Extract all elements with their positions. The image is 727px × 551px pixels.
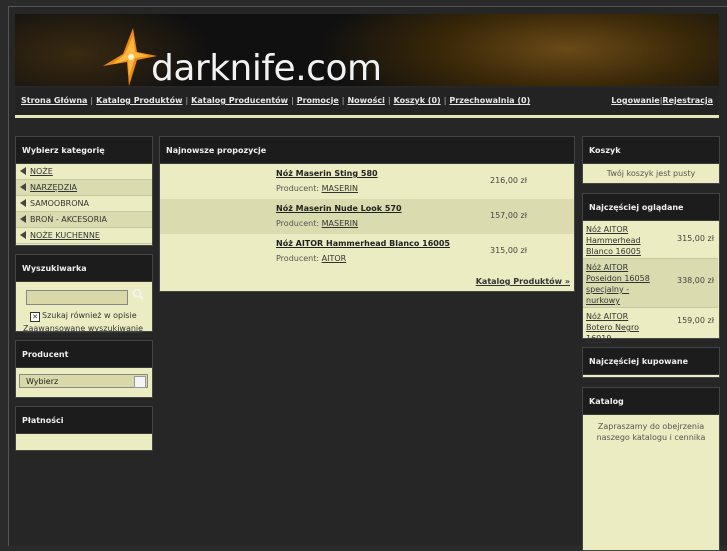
nav-link-producers[interactable]: Katalog Producentów: [191, 96, 288, 105]
top-navigation: Strona Główna | Katalog Produktów | Katalog …: [15, 88, 719, 114]
nav-link-home[interactable]: Strona Główna: [21, 96, 87, 105]
catalog-text: Zapraszamy do obejrzenia naszego katalog…: [596, 422, 706, 442]
cart-box: Koszyk Twój koszyk jest pusty: [582, 136, 720, 184]
most-viewed-item-link[interactable]: Nóż AITOR Hammerhead Blanco 16005: [586, 224, 656, 257]
search-title: Wyszukiwarka: [16, 255, 152, 282]
cart-title: Koszyk: [583, 137, 719, 164]
most-viewed-title: Najczęściej oglądane: [583, 194, 719, 221]
producer-label: Producent:: [276, 219, 320, 228]
most-bought-title: Najczęściej kupowane: [583, 348, 719, 375]
catalog-products-link[interactable]: Katalog Produktów »: [476, 277, 570, 286]
producer-link[interactable]: MASERIN: [322, 219, 358, 228]
nav-link-storage[interactable]: Przechowalnia (0): [449, 96, 530, 105]
most-viewed-item: Nóż AITOR Poseidon 16058 specjalny - nur…: [583, 259, 718, 308]
product-row: Nóż Maserin Sting 580 Producent: MASERIN…: [160, 164, 574, 199]
category-item-noze-kuchenne[interactable]: NOŻE KUCHENNE: [16, 228, 152, 244]
product-name-link[interactable]: Nóż AITOR Hammerhead Blanco 16005: [276, 239, 450, 248]
producer-title: Producent: [16, 341, 152, 368]
most-viewed-item-link[interactable]: Nóż AITOR Botero Negro 16019: [586, 311, 656, 344]
chevron-down-icon[interactable]: [134, 376, 146, 388]
search-description-label: Szukaj również w opisie: [42, 311, 137, 320]
producer-box: Producent Wybierz: [15, 340, 153, 398]
nav-right-links: Logowanie|Rejestracja: [611, 96, 713, 105]
most-bought-box: Najczęściej kupowane: [582, 347, 720, 378]
product-price: 157,00 zł: [490, 211, 528, 220]
producer-link[interactable]: AITOR: [322, 254, 347, 263]
producer-label: Producent:: [276, 184, 320, 193]
category-label[interactable]: NOŻE: [30, 167, 53, 176]
producer-link[interactable]: MASERIN: [322, 184, 358, 193]
producer-label: Producent:: [276, 254, 320, 263]
nav-link-promotions[interactable]: Promocje: [297, 96, 339, 105]
product-row: Nóż AITOR Hammerhead Blanco 16005 Produc…: [160, 234, 574, 269]
product-producer: Producent: MASERIN: [276, 184, 358, 193]
search-input[interactable]: [26, 290, 128, 305]
arrow-left-icon: [20, 215, 26, 223]
most-viewed-item: Nóż AITOR Botero Negro 16019 159,00 zł: [583, 308, 718, 343]
catalog-box: Katalog Zapraszamy do obejrzenia naszego…: [582, 387, 720, 551]
category-item-bron-akcesoria[interactable]: BROŃ - AKCESORIA: [16, 212, 152, 228]
arrow-left-icon: [20, 183, 26, 191]
product-name-link[interactable]: Nóż Maserin Sting 580: [276, 169, 378, 178]
nav-left-links: Strona Główna | Katalog Produktów | Katalog …: [21, 96, 531, 105]
nav-link-register[interactable]: Rejestracja: [662, 96, 713, 105]
site-logo-text[interactable]: darknife.com: [151, 48, 382, 86]
most-viewed-item-price: 159,00 zł: [676, 316, 714, 325]
arrow-left-icon: [20, 167, 26, 175]
category-item-narzedzia[interactable]: NARZĘDZIA: [16, 180, 152, 196]
product-price: 216,00 zł: [490, 176, 528, 185]
product-price: 315,00 zł: [490, 246, 528, 255]
nav-link-login[interactable]: Logowanie: [611, 96, 659, 105]
category-item-noze[interactable]: NOŻE: [16, 164, 152, 180]
payments-box: Płatności: [15, 406, 153, 451]
category-label[interactable]: NOŻE KUCHENNE: [30, 231, 100, 240]
nav-link-new[interactable]: Nowości: [347, 96, 384, 105]
most-viewed-item-link[interactable]: Nóż AITOR Poseidon 16058 specjalny - nur…: [586, 262, 656, 306]
site-header: darknife.com: [15, 14, 719, 86]
producer-select[interactable]: Wybierz: [19, 374, 148, 388]
categories-box: Wybierz kategorię NOŻE NARZĘDZIA SAMOOBR…: [15, 136, 153, 246]
producer-select-value: Wybierz: [26, 377, 59, 386]
search-icon[interactable]: [132, 288, 144, 300]
category-item-samoobrona[interactable]: SAMOOBRONA: [16, 196, 152, 212]
category-label[interactable]: NARZĘDZIA: [30, 183, 77, 192]
most-viewed-box: Najczęściej oglądane Nóż AITOR Hammerhea…: [582, 193, 720, 343]
nav-divider: [15, 115, 719, 118]
product-name-link[interactable]: Nóż Maserin Nude Look 570: [276, 204, 402, 213]
newest-products-box: Najnowsze propozycje Nóż Maserin Sting 5…: [159, 136, 575, 292]
cart-empty-text: Twój koszyk jest pusty: [606, 169, 696, 178]
category-label[interactable]: BROŃ - AKCESORIA: [30, 215, 107, 224]
advanced-search-link[interactable]: Zaawansowane wyszukiwanie: [23, 324, 143, 333]
product-producer: Producent: MASERIN: [276, 219, 358, 228]
most-viewed-item-price: 338,00 zł: [676, 276, 714, 285]
search-description-option: ✕ Szukaj również w opisie: [30, 311, 137, 322]
search-box: Wyszukiwarka ✕ Szukaj również w opisie Za…: [15, 254, 153, 333]
nav-link-cart[interactable]: Koszyk (0): [394, 96, 441, 105]
nav-link-products[interactable]: Katalog Produktów: [96, 96, 182, 105]
catalog-title: Katalog: [583, 388, 719, 415]
arrow-left-icon: [20, 231, 26, 239]
product-producer: Producent: AITOR: [276, 254, 346, 263]
product-row: Nóż Maserin Nude Look 570 Producent: MAS…: [160, 199, 574, 234]
most-viewed-item: Nóż AITOR Hammerhead Blanco 16005 315,00…: [583, 221, 718, 259]
payments-title: Płatności: [16, 407, 152, 434]
categories-title: Wybierz kategorię: [16, 137, 152, 164]
search-description-checkbox[interactable]: ✕: [30, 312, 40, 322]
arrow-left-icon: [20, 199, 26, 207]
category-label[interactable]: SAMOOBRONA: [30, 199, 89, 208]
most-viewed-item-price: 315,00 zł: [676, 234, 714, 243]
newest-products-title: Najnowsze propozycje: [160, 137, 574, 164]
